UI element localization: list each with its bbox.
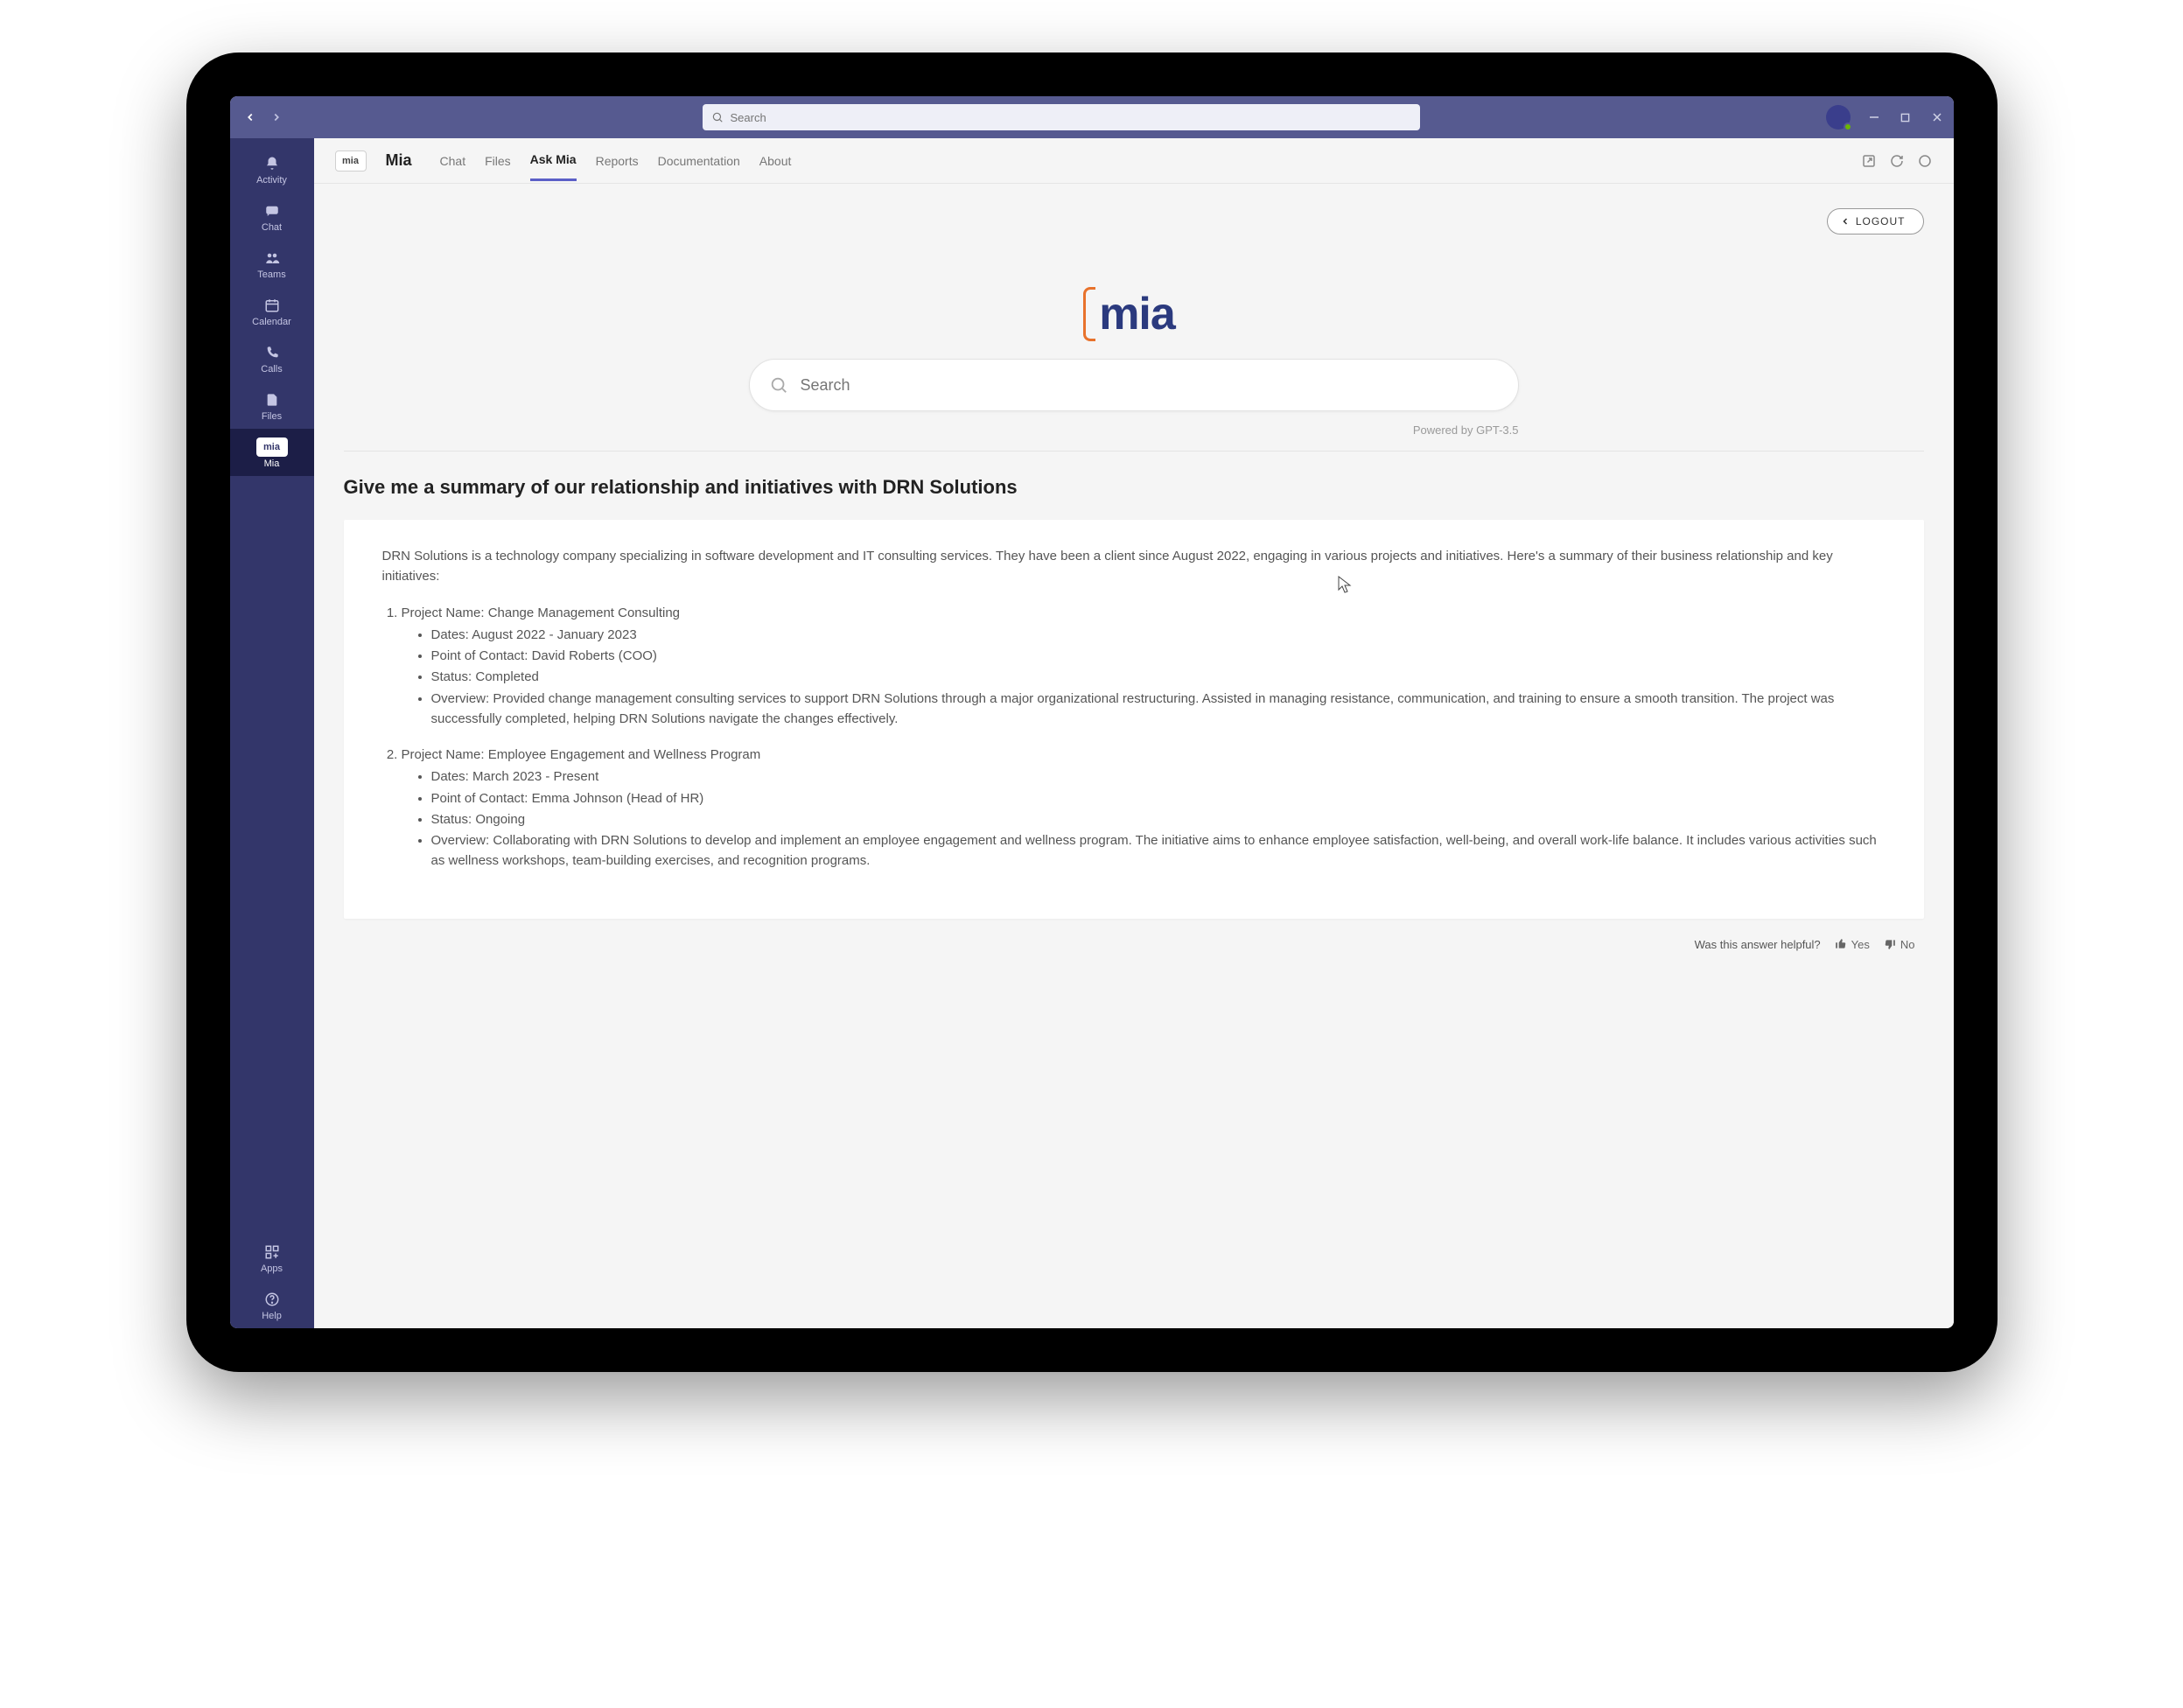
- rail-label: Help: [262, 1311, 282, 1321]
- answer-item-title: Project Name: Change Management Consulti…: [402, 603, 1886, 623]
- chevron-left-icon: [1840, 216, 1851, 227]
- window-maximize-button[interactable]: [1898, 109, 1914, 125]
- answer-item-title: Project Name: Employee Engagement and We…: [402, 745, 1886, 765]
- rail-mia[interactable]: mia Mia: [230, 429, 314, 476]
- feedback-yes-label: Yes: [1851, 938, 1870, 951]
- feedback-no-label: No: [1900, 938, 1915, 951]
- phone-icon: [262, 343, 282, 362]
- window-close-button[interactable]: [1929, 109, 1945, 125]
- mia-app-icon: mia: [256, 438, 288, 457]
- chat-icon: [262, 201, 282, 220]
- rail-calls[interactable]: Calls: [230, 334, 314, 382]
- mia-logo-text: mia: [1094, 288, 1184, 340]
- rail-label: Mia: [264, 458, 280, 469]
- search-icon: [711, 111, 724, 123]
- app-badge-icon: mia: [335, 150, 367, 172]
- popout-icon[interactable]: [1861, 153, 1877, 169]
- rail-calendar[interactable]: Calendar: [230, 287, 314, 334]
- answer-list: Project Name: Change Management Consulti…: [382, 603, 1886, 872]
- nav-forward-button[interactable]: [265, 106, 288, 129]
- tab-ask-mia[interactable]: Ask Mia: [530, 140, 577, 181]
- rail-label: Activity: [256, 175, 287, 186]
- rail-chat[interactable]: Chat: [230, 192, 314, 240]
- presence-indicator-icon: [1844, 122, 1852, 131]
- expand-icon[interactable]: [1917, 153, 1933, 169]
- answer-card: DRN Solutions is a technology company sp…: [344, 520, 1924, 919]
- rail-teams[interactable]: Teams: [230, 240, 314, 287]
- rail-apps[interactable]: Apps: [230, 1234, 314, 1281]
- search-icon: [769, 375, 788, 395]
- answer-bullet: Overview: Provided change management con…: [431, 689, 1886, 730]
- bell-icon: [262, 154, 282, 173]
- tab-about[interactable]: About: [759, 142, 792, 180]
- tab-reports[interactable]: Reports: [596, 142, 639, 180]
- feedback-yes-button[interactable]: Yes: [1835, 938, 1870, 951]
- mia-logo: mia: [1083, 287, 1184, 341]
- tab-documentation[interactable]: Documentation: [658, 142, 740, 180]
- app-tabs: mia Mia Chat Files Ask Mia Reports Docum…: [314, 138, 1954, 184]
- rail-label: Calls: [261, 364, 282, 374]
- logout-label: LOGOUT: [1856, 215, 1906, 228]
- global-search-input[interactable]: [731, 111, 1411, 124]
- logout-button[interactable]: LOGOUT: [1827, 208, 1924, 234]
- rail-label: Calendar: [252, 317, 291, 327]
- calendar-icon: [262, 296, 282, 315]
- feedback-no-button[interactable]: No: [1884, 938, 1915, 951]
- answer-item-bullets: Dates: March 2023 - PresentPoint of Cont…: [402, 766, 1886, 871]
- app-rail: Activity Chat Teams: [230, 138, 314, 1328]
- rail-activity[interactable]: Activity: [230, 145, 314, 192]
- answer-bullet: Status: Completed: [431, 667, 1886, 687]
- rail-label: Apps: [261, 1264, 283, 1274]
- answer-item: Project Name: Employee Engagement and We…: [402, 745, 1886, 872]
- feedback-question: Was this answer helpful?: [1695, 938, 1821, 951]
- thumbs-down-icon: [1884, 938, 1896, 950]
- answer-intro: DRN Solutions is a technology company sp…: [382, 546, 1886, 587]
- thumbs-up-icon: [1835, 938, 1847, 950]
- tab-chat[interactable]: Chat: [440, 142, 466, 180]
- global-search[interactable]: [703, 104, 1420, 130]
- rail-help[interactable]: Help: [230, 1281, 314, 1328]
- answer-item-bullets: Dates: August 2022 - January 2023Point o…: [402, 625, 1886, 729]
- user-avatar[interactable]: [1826, 105, 1851, 130]
- window-minimize-button[interactable]: [1866, 109, 1882, 125]
- answer-bullet: Overview: Collaborating with DRN Solutio…: [431, 830, 1886, 872]
- app-title: Mia: [386, 151, 412, 170]
- help-icon: [262, 1290, 282, 1309]
- rail-label: Teams: [257, 270, 285, 280]
- nav-back-button[interactable]: [239, 106, 262, 129]
- apps-icon: [262, 1242, 282, 1262]
- refresh-icon[interactable]: [1889, 153, 1905, 169]
- files-icon: [262, 390, 282, 410]
- answer-bullet: Point of Contact: Emma Johnson (Head of …: [431, 788, 1886, 808]
- answer-bullet: Dates: August 2022 - January 2023: [431, 625, 1886, 645]
- tab-files[interactable]: Files: [485, 142, 511, 180]
- feedback-row: Was this answer helpful? Yes No: [344, 919, 1924, 951]
- mia-search[interactable]: [749, 359, 1519, 411]
- answer-item: Project Name: Change Management Consulti…: [402, 603, 1886, 730]
- teams-icon: [262, 248, 282, 268]
- rail-label: Files: [262, 411, 282, 422]
- answer-bullet: Point of Contact: David Roberts (COO): [431, 646, 1886, 666]
- answer-bullet: Dates: March 2023 - Present: [431, 766, 1886, 787]
- rail-files[interactable]: Files: [230, 382, 314, 429]
- rail-label: Chat: [262, 222, 282, 233]
- user-prompt: Give me a summary of our relationship an…: [344, 476, 1924, 499]
- answer-bullet: Status: Ongoing: [431, 809, 1886, 830]
- powered-by-label: Powered by GPT-3.5: [749, 424, 1519, 437]
- titlebar: [230, 96, 1954, 138]
- mia-search-input[interactable]: [801, 376, 1499, 395]
